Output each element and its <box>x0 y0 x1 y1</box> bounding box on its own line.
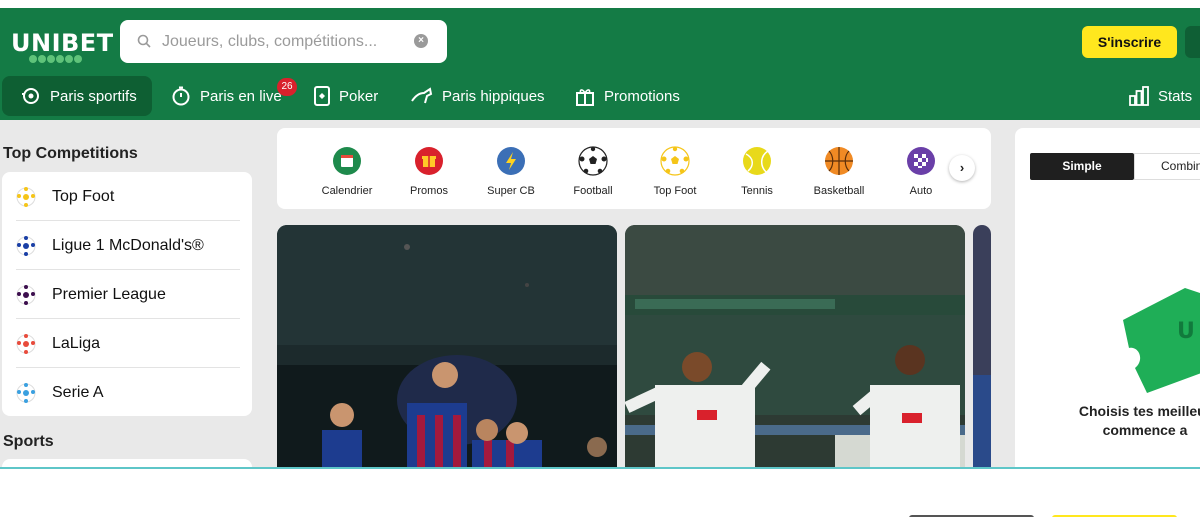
card-icon <box>314 86 330 106</box>
category-label: Calendrier <box>321 185 373 197</box>
category-football[interactable]: Football <box>551 146 635 197</box>
promo-image <box>973 225 991 468</box>
search-icon <box>137 34 151 48</box>
category-label: Tennis <box>741 185 773 197</box>
betslip-empty-message: Choisis tes meilleur commence a <box>1045 402 1200 440</box>
search-input[interactable]: Joueurs, clubs, compétitions... <box>162 33 377 51</box>
competition-item-top-foot[interactable]: Top Foot <box>2 172 252 221</box>
logo-dots <box>29 55 82 63</box>
page: UNIBET Joueurs, clubs, compétitions... ×… <box>0 0 1200 517</box>
category-label: Super CB <box>487 185 535 197</box>
football-red-icon <box>16 333 36 354</box>
competitions-list: Top Foot Ligue 1 McDonald's® Premier Lea… <box>2 172 252 416</box>
search-box[interactable]: Joueurs, clubs, compétitions... × <box>120 20 447 63</box>
nav-label: Paris en live <box>200 87 282 105</box>
category-tennis[interactable]: Tennis <box>715 146 799 197</box>
nav-stats[interactable]: Stats <box>1128 76 1200 116</box>
betslip-panel: Simple Combin U Choisis tes meilleur com… <box>1015 128 1200 468</box>
competition-label: LaLiga <box>52 334 101 352</box>
signup-button[interactable]: S'inscrire <box>1082 26 1177 58</box>
category-label: Top Foot <box>653 185 697 197</box>
promo-card-barcelona[interactable] <box>277 225 617 468</box>
promo-image <box>277 225 617 468</box>
horse-icon <box>411 87 433 104</box>
top-competitions-title: Top Competitions <box>3 145 138 162</box>
cookie-banner <box>0 469 1200 517</box>
football-purple-icon <box>16 284 36 305</box>
svg-text:U: U <box>1177 319 1195 344</box>
clear-search-icon[interactable]: × <box>414 34 428 48</box>
competition-label: Serie A <box>52 383 104 401</box>
nav-label: Stats <box>1158 87 1193 105</box>
nav-label: Paris hippiques <box>442 87 545 105</box>
bar-chart-icon <box>1129 86 1149 106</box>
football-yellow-icon <box>16 186 36 207</box>
category-super-cb[interactable]: Super CB <box>469 146 553 197</box>
competition-item-premier-league[interactable]: Premier League <box>2 270 252 319</box>
football-blue-icon <box>16 235 36 256</box>
promo-gift-icon <box>415 147 443 175</box>
tab-simple[interactable]: Simple <box>1030 153 1134 180</box>
competition-label: Top Foot <box>52 187 115 205</box>
competition-item-serie-a[interactable]: Serie A <box>2 368 252 417</box>
sports-title: Sports <box>3 433 54 450</box>
competition-item-laliga[interactable]: LaLiga <box>2 319 252 368</box>
promo-image <box>625 225 965 468</box>
checkered-flag-icon <box>907 147 935 175</box>
competition-label: Ligue 1 McDonald's® <box>52 236 204 254</box>
betslip-message-line-2: commence a <box>1102 422 1188 438</box>
competition-item-ligue-1[interactable]: Ligue 1 McDonald's® <box>2 221 252 270</box>
nav-paris-hippiques[interactable]: Paris hippiques <box>410 76 560 116</box>
category-next-button[interactable]: › <box>949 155 975 181</box>
category-label: Basketball <box>813 185 865 197</box>
nav-promotions[interactable]: Promotions <box>574 76 704 116</box>
ball-spin-icon <box>22 88 39 104</box>
basketball-icon <box>825 147 853 175</box>
main-nav: Paris sportifs Paris en live 26 Poker Pa… <box>0 76 1200 120</box>
football-lightblue-icon <box>16 382 36 403</box>
category-label: Auto <box>909 185 933 197</box>
gift-icon <box>576 89 594 106</box>
nav-paris-sportifs[interactable]: Paris sportifs <box>2 76 152 116</box>
betslip-ticket-illustration: U <box>1123 288 1200 393</box>
nav-paris-en-live[interactable]: Paris en live <box>170 76 290 116</box>
category-label: Football <box>573 185 613 197</box>
login-button[interactable] <box>1185 26 1200 58</box>
category-label: Promos <box>410 185 448 197</box>
unibet-logo[interactable]: UNIBET <box>11 29 114 57</box>
tab-combine[interactable]: Combin <box>1134 153 1200 180</box>
stopwatch-icon <box>172 86 190 106</box>
calendar-icon <box>333 147 361 175</box>
football-icon <box>578 146 608 176</box>
competition-label: Premier League <box>52 285 166 303</box>
nav-label: Poker <box>339 87 379 105</box>
nav-poker[interactable]: Poker <box>313 76 393 116</box>
promo-card-leipzig[interactable] <box>625 225 965 468</box>
category-basketball[interactable]: Basketball <box>797 146 881 197</box>
top-foot-icon <box>660 146 690 176</box>
top-header: UNIBET Joueurs, clubs, compétitions... ×… <box>0 8 1200 120</box>
nav-label: Paris sportifs <box>50 87 137 105</box>
category-calendrier[interactable]: Calendrier <box>305 146 389 197</box>
nav-label: Promotions <box>604 87 680 105</box>
category-top-foot[interactable]: Top Foot <box>633 146 717 197</box>
live-count-badge: 26 <box>277 78 297 96</box>
betslip-message-line-1: Choisis tes meilleur <box>1078 403 1200 419</box>
promo-card-partial[interactable] <box>973 225 991 468</box>
category-promos[interactable]: Promos <box>387 146 471 197</box>
category-bar: Calendrier Promos Super CB Football Top … <box>277 128 991 209</box>
tennis-ball-icon <box>743 147 771 175</box>
lightning-icon <box>497 147 525 175</box>
